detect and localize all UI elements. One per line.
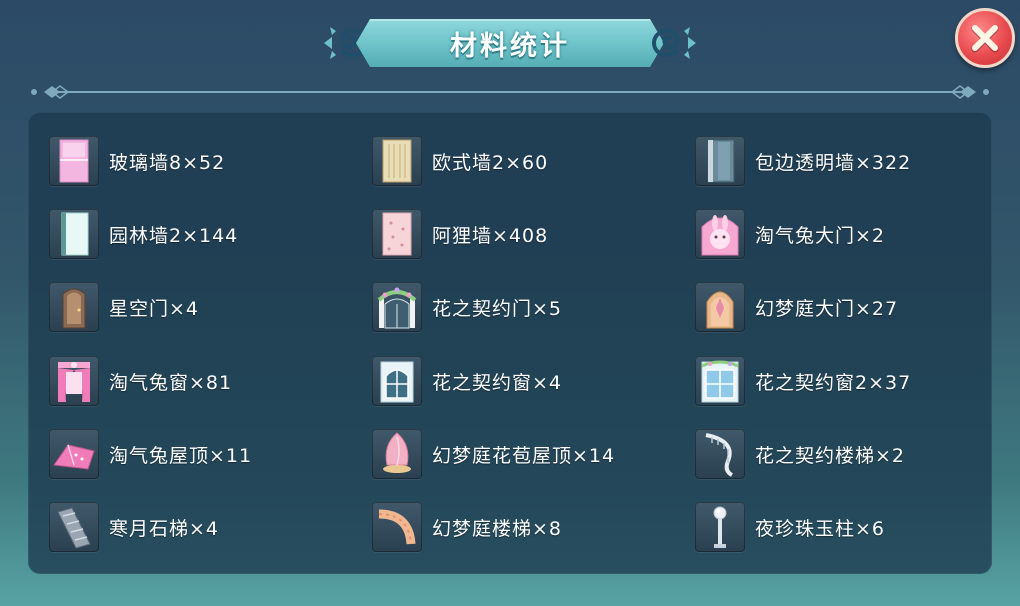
materials-panel: 玻璃墙8×52 欧式墙2×60 包边透明墙×322 园林墙2×144 阿狸墙×4… xyxy=(28,112,992,574)
scroll-ornament-icon xyxy=(652,27,696,59)
material-item[interactable]: 包边透明墙×322 xyxy=(695,134,995,188)
material-item[interactable]: 幻梦庭花苞屋顶×14 xyxy=(372,427,672,481)
dream-court-stairs-icon xyxy=(378,509,416,545)
material-item[interactable]: 寒月石梯×4 xyxy=(49,500,349,554)
item-slot xyxy=(695,282,745,332)
item-slot xyxy=(695,356,745,406)
item-label: 花之契约门×5 xyxy=(432,297,563,320)
material-item[interactable]: 花之契约门×5 xyxy=(372,280,672,334)
item-slot xyxy=(49,429,99,479)
item-label: 淘气兔大门×2 xyxy=(755,224,886,247)
item-label: 欧式墙2×60 xyxy=(432,151,549,174)
close-x-icon xyxy=(971,25,999,53)
flower-pact-stairs-icon xyxy=(705,433,734,477)
item-label: 幻梦庭楼梯×8 xyxy=(432,517,563,540)
item-label: 园林墙2×144 xyxy=(109,224,239,247)
bunny-gate-icon xyxy=(701,215,739,256)
item-label: 花之契约楼梯×2 xyxy=(755,444,906,467)
garden-wall-icon xyxy=(61,212,89,256)
material-item[interactable]: 幻梦庭楼梯×8 xyxy=(372,500,672,554)
item-label: 花之契约窗2×37 xyxy=(755,371,912,394)
item-label: 幻梦庭花苞屋顶×14 xyxy=(432,444,616,467)
material-item[interactable]: 花之契约窗2×37 xyxy=(695,354,995,408)
material-item[interactable]: 星空门×4 xyxy=(49,280,349,334)
item-slot xyxy=(695,429,745,479)
item-slot xyxy=(372,502,422,552)
material-item[interactable]: 阿狸墙×408 xyxy=(372,207,672,261)
flower-pact-window2-icon xyxy=(701,360,739,403)
item-label: 夜珍珠玉柱×6 xyxy=(755,517,886,540)
material-item[interactable]: 淘气兔窗×81 xyxy=(49,354,349,408)
ali-wall-icon xyxy=(382,212,412,256)
item-label: 花之契约窗×4 xyxy=(432,371,563,394)
glass-wall-icon xyxy=(59,139,89,183)
item-slot xyxy=(372,209,422,259)
material-item[interactable]: 园林墙2×144 xyxy=(49,207,349,261)
item-slot xyxy=(49,209,99,259)
close-button[interactable] xyxy=(955,8,1015,68)
item-label: 寒月石梯×4 xyxy=(109,517,220,540)
item-slot xyxy=(49,282,99,332)
item-label: 包边透明墙×322 xyxy=(755,151,912,174)
item-slot xyxy=(49,356,99,406)
edged-transparent-wall-icon xyxy=(707,139,735,183)
item-slot xyxy=(372,356,422,406)
material-item[interactable]: 淘气兔大门×2 xyxy=(695,207,995,261)
bunny-window-icon xyxy=(58,362,90,402)
page-title: 材料统计 xyxy=(450,30,570,62)
material-item[interactable]: 欧式墙2×60 xyxy=(372,134,672,188)
flower-pact-door-icon xyxy=(377,287,417,329)
dream-court-gate-icon xyxy=(706,291,734,329)
item-slot xyxy=(372,136,422,186)
item-slot xyxy=(372,429,422,479)
item-label: 星空门×4 xyxy=(109,297,200,320)
european-wall-icon xyxy=(382,139,412,183)
flower-pact-window-icon xyxy=(380,361,414,403)
item-label: 玻璃墙8×52 xyxy=(109,151,226,174)
material-item[interactable]: 幻梦庭大门×27 xyxy=(695,280,995,334)
item-slot xyxy=(695,136,745,186)
item-slot xyxy=(695,502,745,552)
item-slot xyxy=(695,209,745,259)
cold-moon-stone-stairs-icon xyxy=(57,507,91,549)
item-label: 阿狸墙×408 xyxy=(432,224,549,247)
item-label: 淘气兔屋顶×11 xyxy=(109,444,253,467)
material-item[interactable]: 玻璃墙8×52 xyxy=(49,134,349,188)
header-divider xyxy=(31,85,989,99)
item-slot xyxy=(372,282,422,332)
material-item[interactable]: 夜珍珠玉柱×6 xyxy=(695,500,995,554)
title-banner: 材料统计 xyxy=(320,15,700,71)
dream-bud-roof-icon xyxy=(383,432,411,473)
item-label: 淘气兔窗×81 xyxy=(109,371,233,394)
material-item[interactable]: 花之契约楼梯×2 xyxy=(695,427,995,481)
item-slot xyxy=(49,502,99,552)
starry-door-icon xyxy=(62,288,86,329)
night-pearl-pillar-icon xyxy=(713,506,727,548)
bunny-roof-icon xyxy=(53,444,95,470)
material-item[interactable]: 花之契约窗×4 xyxy=(372,354,672,408)
material-item[interactable]: 淘气兔屋顶×11 xyxy=(49,427,349,481)
item-label: 幻梦庭大门×27 xyxy=(755,297,899,320)
item-slot xyxy=(49,136,99,186)
title-bar: 材料统计 xyxy=(356,19,664,67)
